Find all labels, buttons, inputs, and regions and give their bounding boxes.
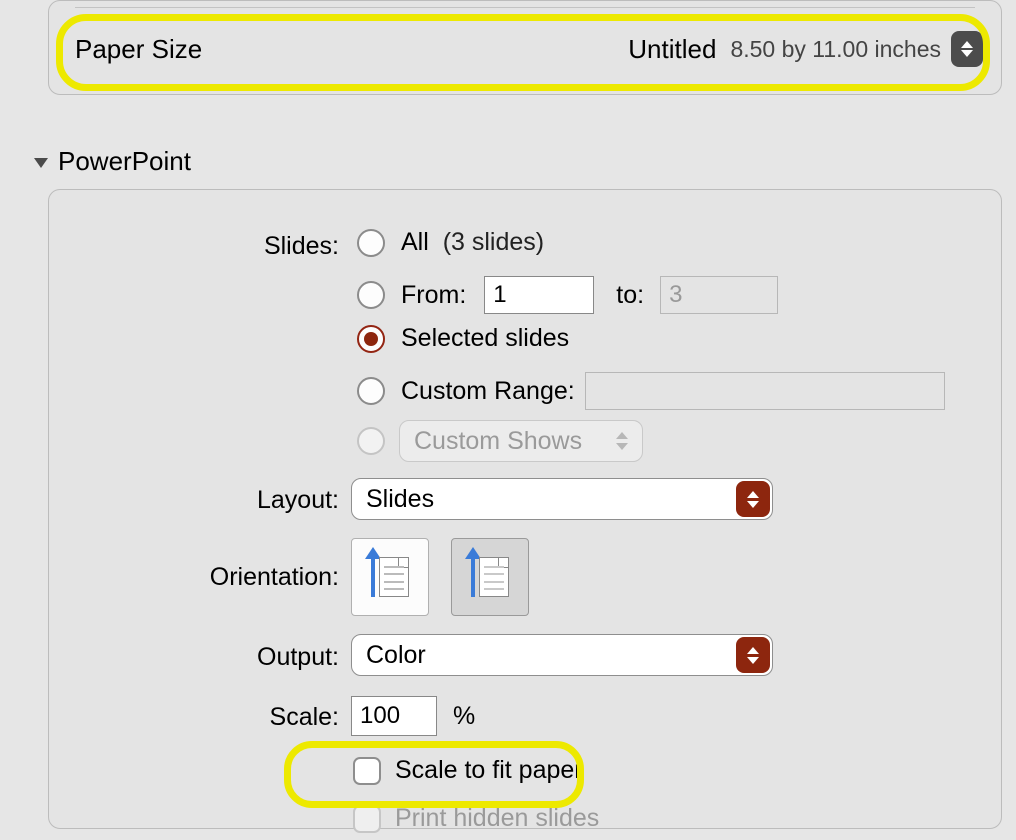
paper-size-dropdown-button[interactable]	[951, 31, 983, 67]
print-hidden-label: Print hidden slides	[395, 804, 599, 833]
paper-size-panel: Paper Size Untitled 8.50 by 11.00 inches	[48, 0, 1002, 95]
chevron-down-icon	[34, 158, 48, 168]
arrow-up-icon	[471, 557, 475, 597]
custom-range-input	[585, 372, 945, 410]
scale-label: Scale:	[270, 703, 339, 732]
layout-dropdown[interactable]: Slides	[351, 478, 773, 520]
paper-size-name: Untitled	[628, 34, 716, 65]
section-title: PowerPoint	[58, 146, 191, 177]
radio-selected-label: Selected slides	[401, 324, 569, 353]
radio-custom-range[interactable]	[357, 377, 385, 405]
updown-icon	[736, 637, 770, 673]
radio-custom-shows	[357, 427, 385, 455]
output-label: Output:	[257, 643, 339, 672]
to-input	[660, 276, 778, 314]
layout-label: Layout:	[257, 486, 339, 515]
page-icon	[379, 557, 409, 597]
to-label: to:	[616, 281, 644, 310]
powerpoint-panel: Slides: All (3 slides) From: to: Selecte…	[48, 189, 1002, 829]
scale-input[interactable]	[351, 696, 437, 736]
radio-all-label: All (3 slides)	[401, 228, 544, 257]
orientation-landscape[interactable]	[451, 538, 529, 616]
output-dropdown[interactable]: Color	[351, 634, 773, 676]
print-hidden-checkbox	[353, 805, 381, 833]
radio-selected-slides[interactable]	[357, 325, 385, 353]
orientation-label: Orientation:	[210, 563, 339, 592]
radio-custom-range-label: Custom Range:	[401, 377, 575, 406]
page-icon	[479, 557, 509, 597]
arrow-up-icon	[371, 557, 375, 597]
divider	[75, 7, 975, 8]
orientation-portrait[interactable]	[351, 538, 429, 616]
paper-size-dimensions: 8.50 by 11.00 inches	[730, 36, 941, 63]
radio-all[interactable]	[357, 229, 385, 257]
custom-shows-dropdown: Custom Shows	[399, 420, 643, 462]
scale-to-fit-label: Scale to fit paper	[395, 756, 583, 785]
percent-label: %	[453, 702, 475, 731]
powerpoint-section-toggle[interactable]: PowerPoint	[34, 146, 191, 177]
slides-label: Slides:	[264, 232, 339, 261]
radio-from-label: From:	[401, 281, 466, 310]
paper-size-label: Paper Size	[75, 34, 202, 65]
updown-icon	[736, 481, 770, 517]
radio-from[interactable]	[357, 281, 385, 309]
scale-to-fit-checkbox[interactable]	[353, 757, 381, 785]
from-input[interactable]	[484, 276, 594, 314]
